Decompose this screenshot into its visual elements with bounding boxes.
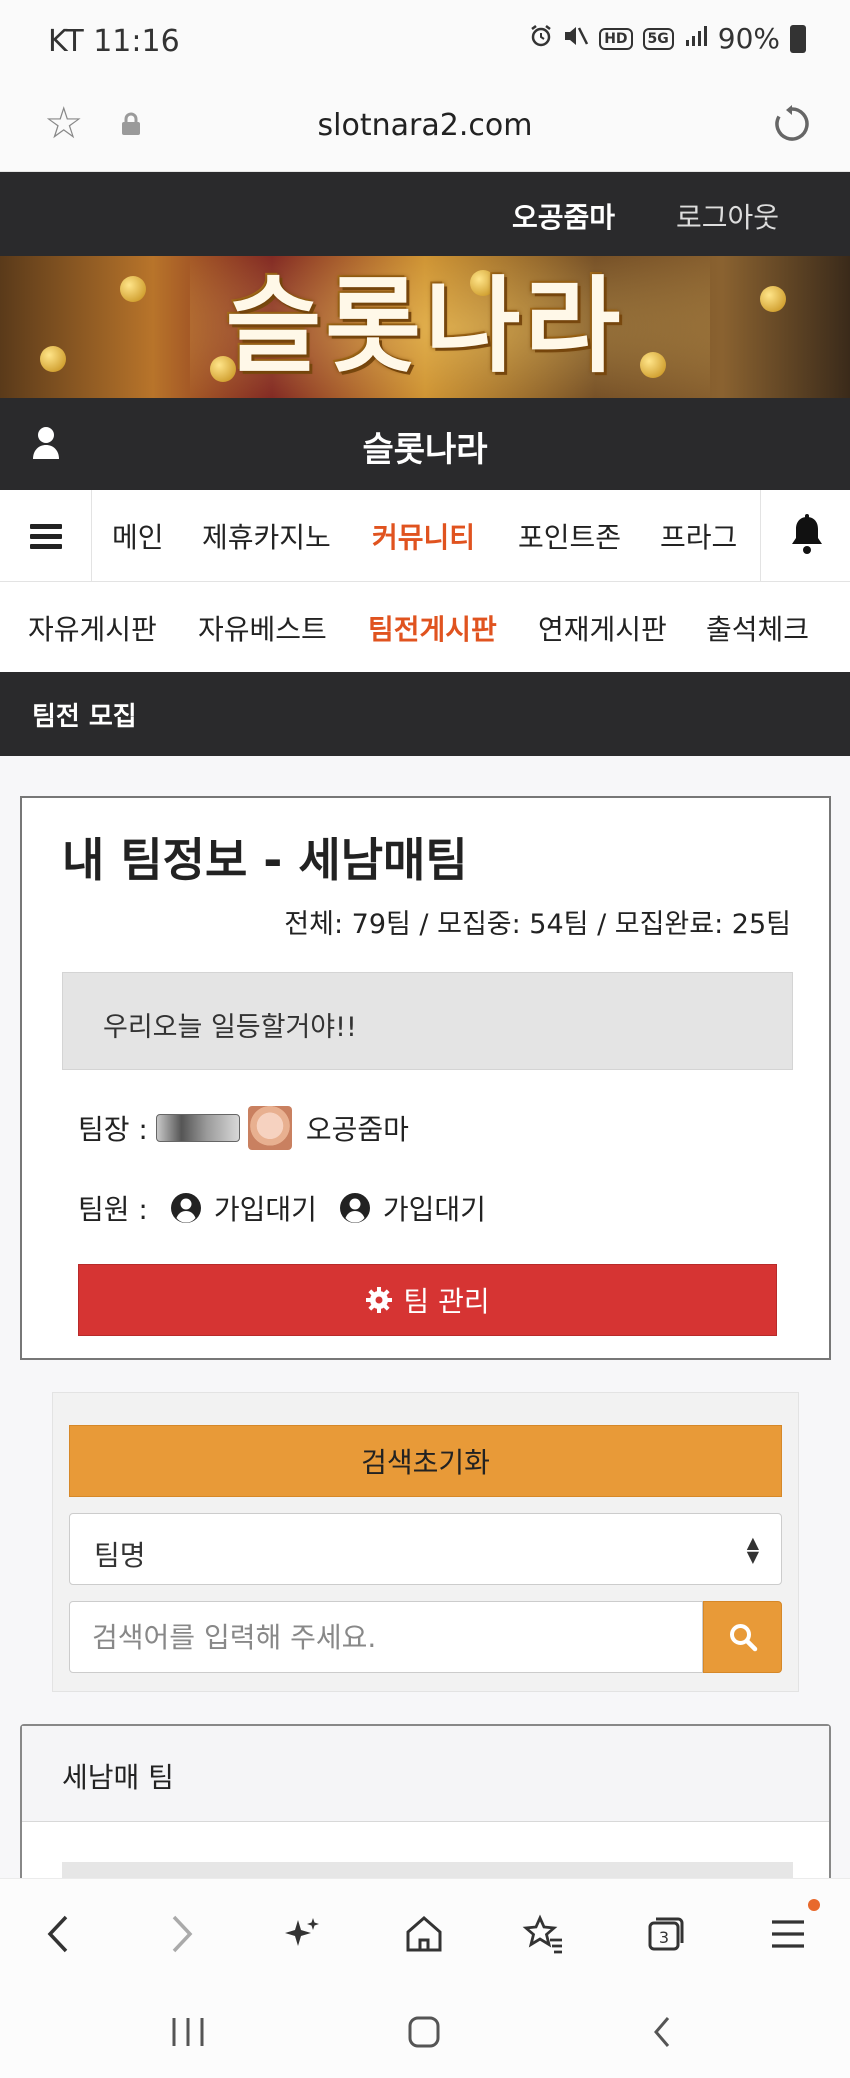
search-panel: 검색초기화 팀명 ▲ ▼ bbox=[52, 1392, 799, 1692]
member-status: 가입대기 bbox=[213, 1193, 317, 1226]
subnav-item-attendance[interactable]: 출석체크 bbox=[706, 608, 809, 648]
main-nav-items: 메인 제휴카지노 커뮤니티 포인트존 프라그 bbox=[92, 490, 760, 582]
forward-button[interactable] bbox=[152, 1909, 212, 1959]
svg-text:3: 3 bbox=[659, 1928, 669, 1947]
site-name-bar: 슬롯나라 bbox=[0, 398, 850, 490]
back-arrow-icon bbox=[47, 1915, 68, 1953]
sparkle-icon bbox=[285, 1918, 319, 1946]
logout-link[interactable]: 로그아웃 bbox=[676, 196, 779, 236]
member-status: 가입대기 bbox=[382, 1193, 486, 1226]
site-banner[interactable]: 슬롯나라 bbox=[0, 256, 850, 398]
gear-icon bbox=[366, 1287, 393, 1313]
search-button[interactable] bbox=[703, 1601, 782, 1673]
leader-name[interactable]: 오공줌마 bbox=[306, 1108, 409, 1148]
search-reset-button[interactable]: 검색초기화 bbox=[69, 1425, 782, 1497]
home-nav-button[interactable] bbox=[406, 2014, 442, 2054]
signal-icon bbox=[684, 22, 708, 55]
bookmarks-button[interactable] bbox=[514, 1909, 574, 1959]
reload-icon[interactable] bbox=[772, 104, 812, 152]
home-square-icon bbox=[408, 2016, 440, 2048]
menu-icon bbox=[772, 1920, 804, 1948]
members-label: 팀원 : bbox=[78, 1193, 148, 1226]
nav-item-partner-casino[interactable]: 제휴카지노 bbox=[202, 516, 331, 556]
team-leader-row: 팀장 : 오공줌마 bbox=[78, 1106, 409, 1150]
member-slot: 가입대기 bbox=[339, 1188, 486, 1228]
bookmark-list-icon bbox=[522, 1914, 562, 1954]
home-button[interactable] bbox=[394, 1909, 454, 1959]
main-nav: 메인 제휴카지노 커뮤니티 포인트존 프라그 bbox=[0, 490, 850, 582]
site-top-bar: 오공줌마 로그아웃 bbox=[0, 172, 850, 256]
banner-title: 슬롯나라 bbox=[225, 265, 625, 387]
team-list-header: 세남매 팀 bbox=[22, 1726, 829, 1822]
back-chevron-icon bbox=[654, 2017, 670, 2047]
select-arrows-icon: ▲ ▼ bbox=[746, 1533, 759, 1566]
subnav-item-serial-board[interactable]: 연재게시판 bbox=[538, 608, 667, 648]
team-list-title: 세남매 팀 bbox=[62, 1761, 174, 1794]
home-icon bbox=[406, 1916, 442, 1952]
back-button[interactable] bbox=[28, 1909, 88, 1959]
bell-icon bbox=[792, 514, 822, 554]
hamburger-icon bbox=[29, 519, 62, 554]
alarm-icon bbox=[529, 24, 553, 54]
status-time: KT 11:16 bbox=[48, 24, 180, 59]
search-input[interactable] bbox=[69, 1601, 703, 1673]
search-type-value: 팀명 bbox=[94, 1539, 146, 1572]
search-icon bbox=[729, 1624, 757, 1652]
site-name[interactable]: 슬롯나라 bbox=[0, 422, 850, 471]
team-manage-label: 팀 관리 bbox=[403, 1285, 490, 1318]
tabs-button[interactable]: 3 bbox=[636, 1909, 696, 1959]
subnav-item-free-board[interactable]: 자유게시판 bbox=[28, 608, 157, 648]
browser-menu-button[interactable] bbox=[758, 1909, 818, 1959]
mute-icon bbox=[563, 24, 589, 54]
battery-percent: 90% bbox=[717, 22, 780, 55]
my-team-card: 내 팀정보 - 세남매팀 전체: 79팀 / 모집중: 54팀 / 모집완료: … bbox=[20, 796, 831, 1360]
team-manage-button[interactable]: 팀 관리 bbox=[78, 1264, 777, 1336]
notification-dot bbox=[808, 1899, 820, 1911]
subnav-item-free-best[interactable]: 자유베스트 bbox=[198, 608, 327, 648]
page: KT 11:16 HD 5G 90% ☆ slotnara2.com 오공줌마 … bbox=[0, 0, 850, 2078]
forward-arrow-icon bbox=[172, 1915, 193, 1953]
section-header: 팀전 모집 bbox=[0, 672, 850, 756]
nav-item-community[interactable]: 커뮤니티 bbox=[372, 516, 475, 556]
search-type-select[interactable]: 팀명 ▲ ▼ bbox=[69, 1513, 782, 1585]
team-stats: 전체: 79팀 / 모집중: 54팀 / 모집완료: 25팀 bbox=[284, 909, 791, 940]
member-slot: 가입대기 bbox=[170, 1188, 317, 1228]
hamburger-menu-button[interactable] bbox=[0, 490, 92, 582]
section-title: 팀전 모집 bbox=[32, 702, 137, 732]
team-members-row: 팀원 : 가입대기 가입대기 bbox=[78, 1188, 486, 1228]
user-circle-icon bbox=[339, 1193, 370, 1223]
nav-item-main[interactable]: 메인 bbox=[112, 516, 164, 556]
team-message: 우리오늘 일등할거야!! bbox=[103, 1012, 357, 1043]
browser-bottom-toolbar: 3 bbox=[0, 1878, 850, 1988]
5g-icon: 5G bbox=[642, 27, 674, 50]
subnav-item-team-board[interactable]: 팀전게시판 bbox=[368, 608, 497, 648]
battery-icon bbox=[790, 24, 806, 53]
user-circle-icon bbox=[170, 1193, 201, 1223]
hd-icon: HD bbox=[599, 27, 633, 50]
url-text[interactable]: slotnara2.com bbox=[0, 108, 850, 143]
status-bar: KT 11:16 HD 5G 90% bbox=[0, 0, 850, 86]
nav-item-prag[interactable]: 프라그 bbox=[660, 516, 737, 556]
browser-url-bar: ☆ slotnara2.com bbox=[0, 86, 850, 172]
team-message-box: 우리오늘 일등할거야!! bbox=[62, 972, 793, 1070]
status-icons: HD 5G 90% bbox=[529, 22, 806, 55]
back-nav-button[interactable] bbox=[650, 2014, 674, 2054]
user-name-link[interactable]: 오공줌마 bbox=[512, 196, 615, 236]
recent-apps-icon bbox=[172, 2018, 204, 2046]
leader-label: 팀장 : bbox=[78, 1113, 148, 1146]
nav-item-point-zone[interactable]: 포인트존 bbox=[518, 516, 621, 556]
sub-nav: 자유게시판 자유베스트 팀전게시판 연재게시판 출석체크 bbox=[0, 582, 850, 672]
team-info-title: 내 팀정보 - 세남매팀 bbox=[62, 833, 468, 887]
leader-avatar bbox=[247, 1106, 292, 1150]
notification-bell-button[interactable] bbox=[760, 490, 850, 582]
recent-apps-button[interactable] bbox=[170, 2014, 206, 2054]
ai-sparkle-button[interactable] bbox=[272, 1909, 332, 1959]
android-nav-bar bbox=[0, 1988, 850, 2078]
level-badge-image bbox=[155, 1114, 240, 1142]
tabs-icon: 3 bbox=[648, 1917, 684, 1951]
